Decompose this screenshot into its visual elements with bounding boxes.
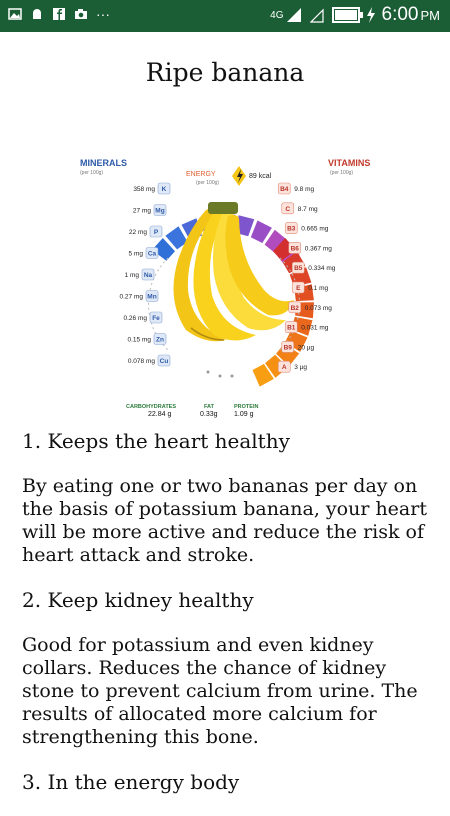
vitamin-value: 0.031 mg (301, 325, 328, 332)
notification-icons: ··· (8, 6, 110, 22)
vitamin-value: 0.665 mg (301, 226, 328, 233)
mineral-symbol: Zn (156, 337, 164, 344)
vitamin-value: 0.073 mg (305, 305, 332, 312)
mineral-value: 0.078 mg (128, 358, 155, 365)
energy-icon (232, 166, 246, 186)
macro-protein-value: 1.09 g (234, 411, 254, 418)
vitamin-value: 3 µg (294, 364, 307, 371)
mineral-symbol: Mn (147, 294, 156, 301)
nutrition-infographic: MINERALS (per 100g) VITAMINS (per 100g) … (80, 158, 370, 418)
section-paragraph-1: By eating one or two bananas per day on … (22, 475, 427, 566)
macros: CARBOHYDRATES 22.84 g FAT 0.33g PROTEIN … (126, 370, 258, 418)
article-content: 1. Keeps the heart healthy By eating one… (22, 430, 432, 816)
section-paragraph-2: Good for potassium and even kidney colla… (22, 634, 418, 748)
macro-carbs-label: CARBOHYDRATES (126, 404, 176, 410)
section-heading-1: 1. Keeps the heart healthy (22, 429, 290, 453)
article-page: Ripe banana MINERALS (per 100g) VITAMINS… (0, 32, 450, 800)
macro-fat-value: 0.33g (200, 411, 218, 418)
camera-icon (75, 9, 87, 19)
vitamin-value: 0.367 mg (305, 245, 332, 252)
vitamin-symbol: A (282, 364, 287, 371)
vitamin-value: 8.7 mg (298, 206, 318, 213)
mineral-value: 22 mg (129, 229, 147, 236)
mineral-symbol: P (154, 229, 159, 236)
vitamin-symbol: B1 (287, 325, 296, 332)
signal-2-icon (309, 8, 324, 23)
gallery-icon (8, 8, 22, 20)
energy-label: ENERGY (186, 171, 216, 178)
vitamins-per: (per 100g) (330, 170, 353, 176)
charging-icon (366, 7, 375, 23)
mineral-symbol: Cu (160, 358, 169, 365)
status-bar: ··· 4G 6:00 PM (0, 0, 450, 32)
section-heading-2: 2. Keep kidney healthy (22, 588, 254, 612)
mineral-value: 0.26 mg (124, 315, 148, 322)
android-icon (33, 9, 41, 19)
minerals-title: MINERALS (80, 158, 127, 168)
mineral-symbol: Mg (155, 208, 164, 215)
mineral-symbol: K (162, 186, 167, 193)
mineral-value: 0.27 mg (120, 294, 144, 301)
mineral-symbol: Ca (148, 251, 157, 258)
energy-value: 89 kcal (249, 173, 272, 180)
mineral-value: 358 mg (133, 186, 155, 193)
mineral-value: 0.15 mg (128, 337, 152, 344)
vitamin-value: 9.8 mg (294, 186, 314, 193)
clock-time: 6:00 (381, 4, 419, 25)
vitamin-symbol: B5 (294, 265, 303, 272)
vitamin-symbol: E (296, 285, 301, 292)
energy-per: (per 100g) (196, 180, 219, 186)
system-icons: 4G 6:00 PM (270, 4, 440, 26)
vitamins-title: VITAMINS (328, 158, 370, 168)
clock-ampm: PM (420, 7, 441, 23)
minerals-per: (per 100g) (80, 170, 103, 176)
battery-icon (331, 7, 363, 23)
mineral-value: 1 mg (125, 272, 140, 279)
vitamin-symbol: B4 (280, 186, 289, 193)
vitamin-value: 0.334 mg (308, 265, 335, 272)
vitamin-symbol: B3 (287, 226, 296, 233)
mineral-labels: K 358 mg Mg 27 mg P 22 mg Ca 5 mg Na 1 mg Mn0.27 m… (120, 182, 171, 367)
vitamin-symbol: B2 (291, 305, 300, 312)
section-heading-3: 3. In the energy body (22, 770, 240, 794)
signal-icon (286, 8, 301, 22)
mineral-symbol: Na (144, 272, 153, 279)
macro-fat-label: FAT (204, 404, 215, 410)
macro-protein-label: PROTEIN (234, 404, 258, 410)
mineral-symbol: Fe (152, 315, 160, 322)
facebook-icon (53, 8, 65, 20)
more-notifications-icon: ··· (96, 6, 110, 22)
vitamin-symbol: B9 (284, 344, 293, 351)
vitamin-value: 0.1 mg (308, 285, 328, 292)
mineral-value: 5 mg (129, 251, 144, 258)
macro-carbs-value: 22.84 g (148, 411, 171, 418)
page-title: Ripe banana (145, 58, 305, 87)
mineral-value: 27 mg (133, 208, 151, 215)
network-type: 4G (270, 9, 284, 21)
vitamin-symbol: B6 (291, 245, 300, 252)
vitamin-symbol: C (285, 206, 290, 213)
vitamin-value: 20 µg (298, 344, 315, 351)
